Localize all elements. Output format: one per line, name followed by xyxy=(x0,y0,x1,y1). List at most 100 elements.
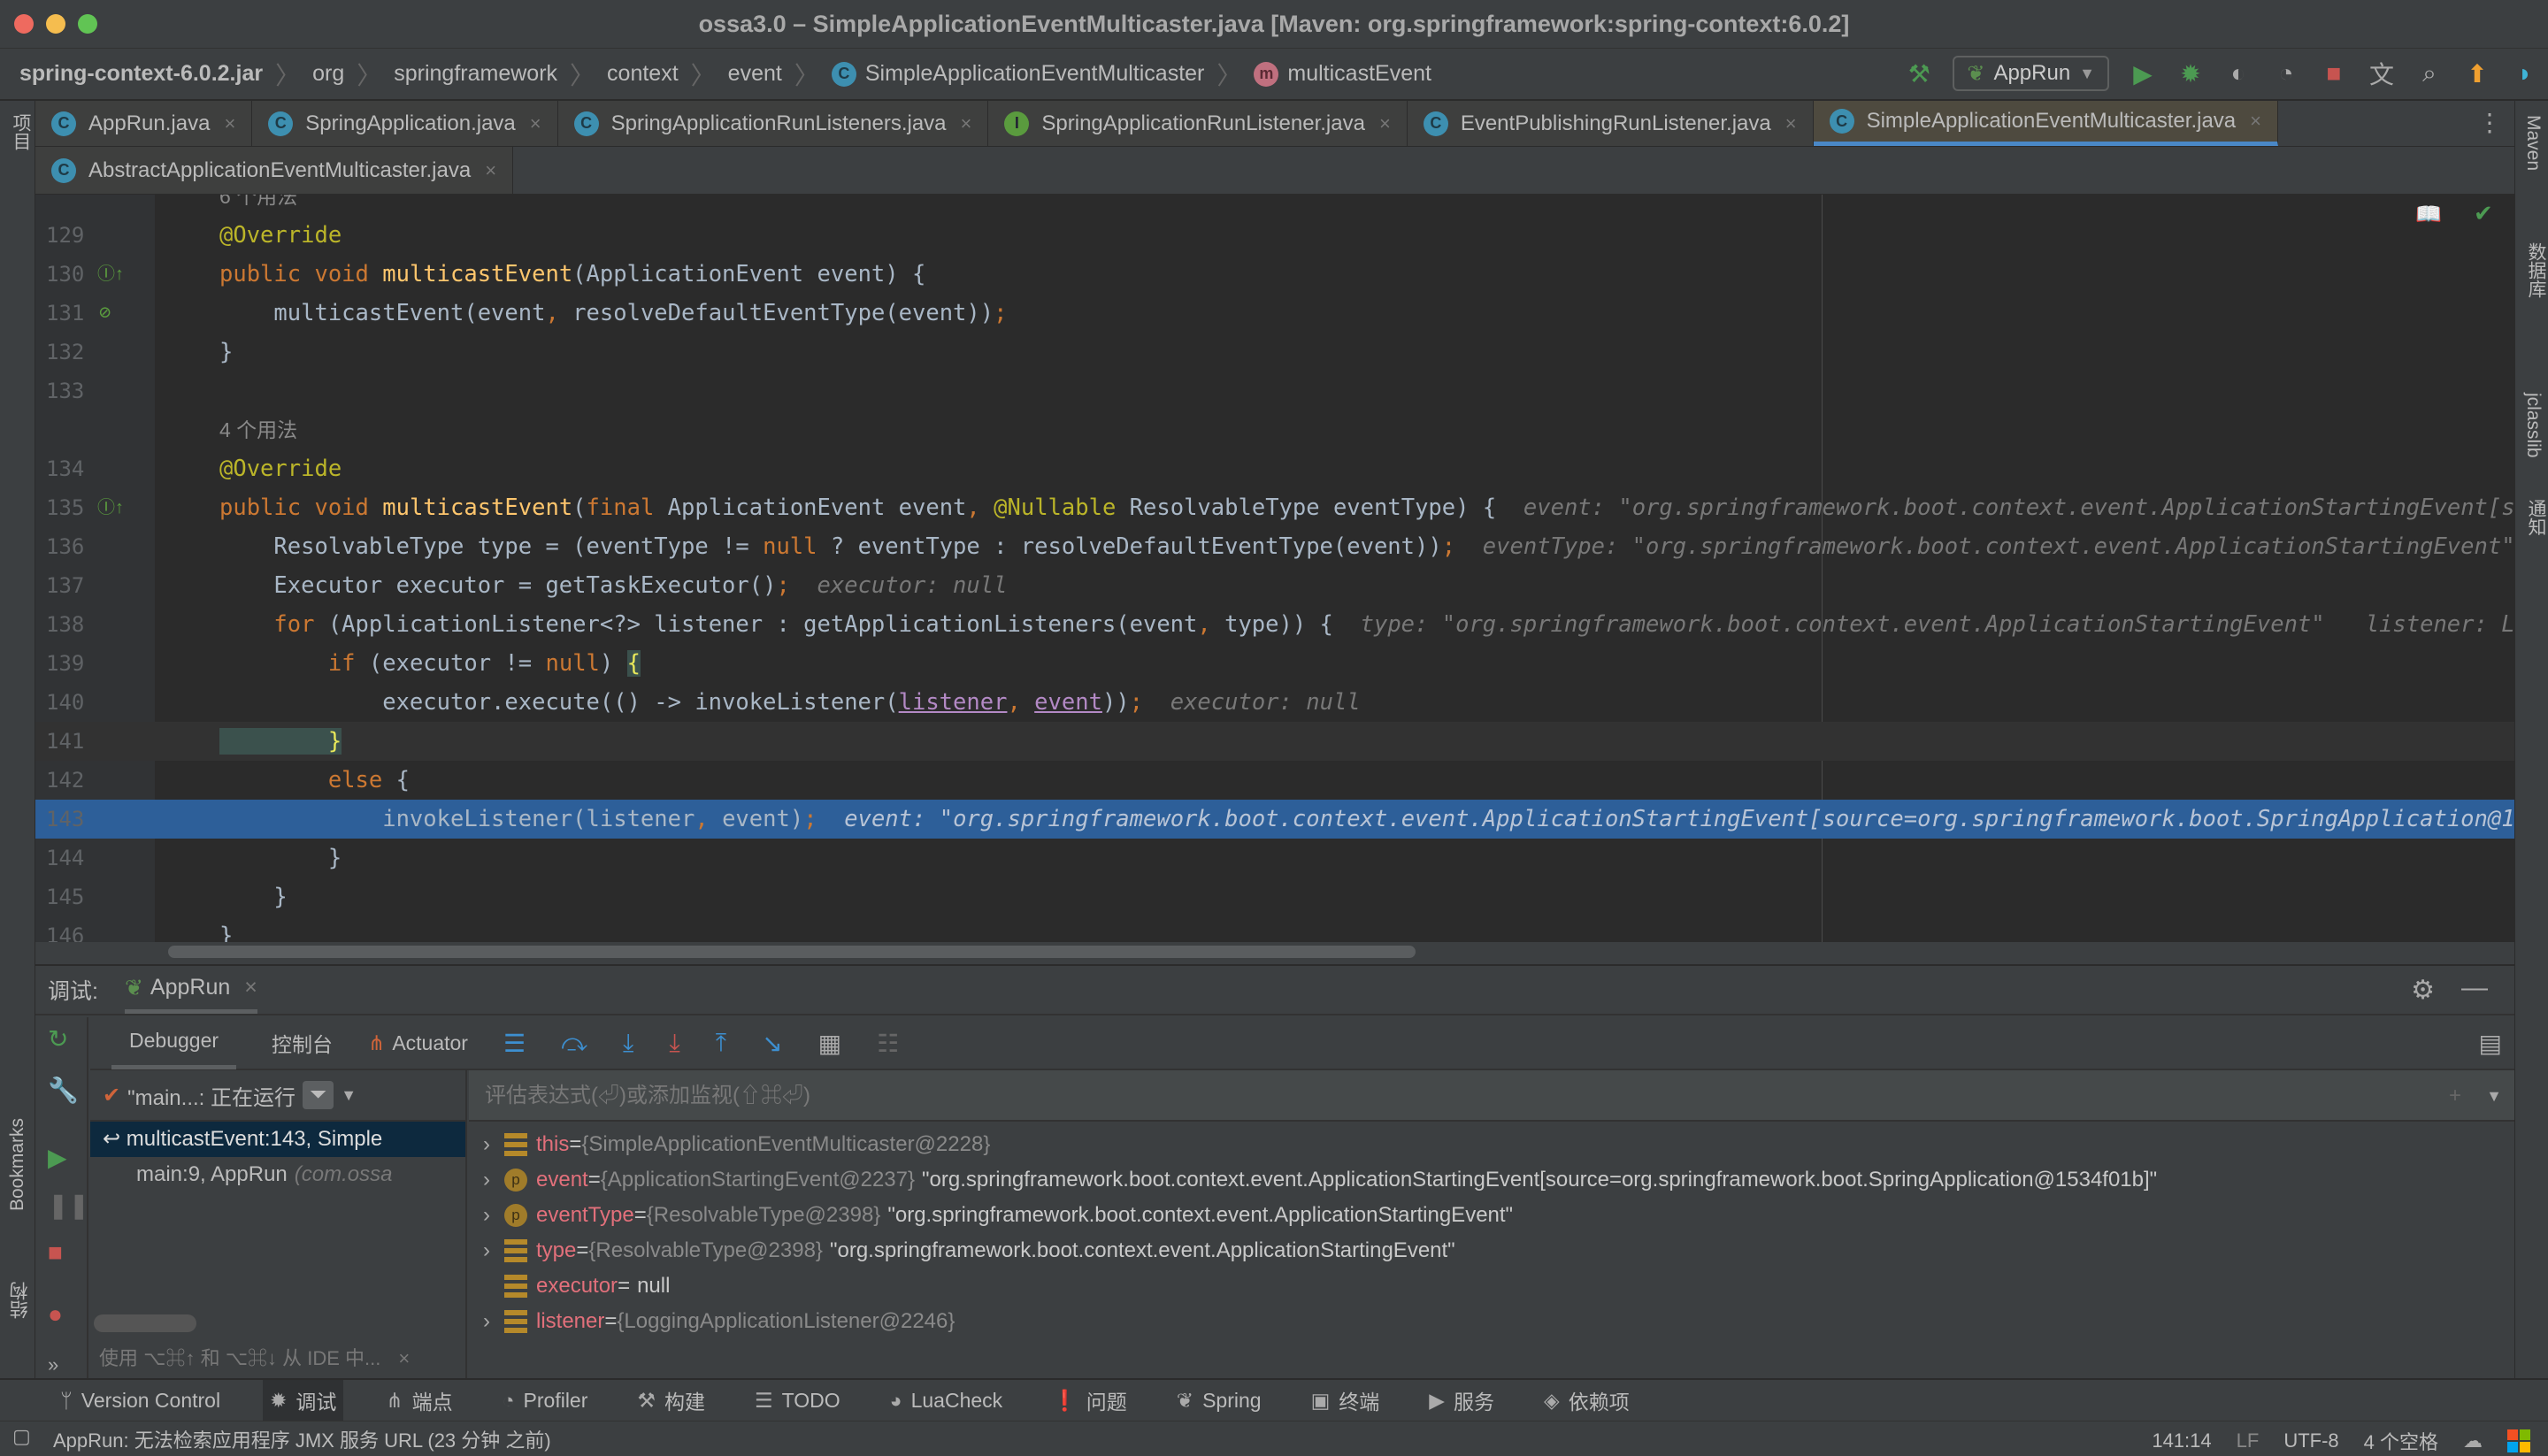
plugin-logo-icon[interactable]: ◗ xyxy=(2511,59,2539,88)
structure-tool-button[interactable]: 结构 xyxy=(7,1282,34,1319)
stack-frame[interactable]: ↩ multicastEvent:143, Simple xyxy=(90,1122,465,1157)
cloud-help-icon[interactable]: ☁ xyxy=(2463,1429,2483,1452)
reader-mode-icon[interactable]: 📖 xyxy=(2415,202,2442,227)
close-tab-icon[interactable]: × xyxy=(1379,112,1391,135)
step-into-icon[interactable]: ⤓ xyxy=(623,1029,633,1058)
tool-button-build[interactable]: ⚒ 构建 xyxy=(630,1380,712,1421)
line-separator[interactable]: LF xyxy=(2237,1429,2260,1452)
breadcrumb-item[interactable]: event 〉 xyxy=(728,57,832,92)
frames-scrollbar[interactable] xyxy=(94,1314,196,1332)
thread-selector[interactable]: ✔ "main...: 正在运行 ⏷ ▼ xyxy=(90,1070,465,1122)
run-icon[interactable]: ▶ xyxy=(2129,59,2157,88)
editor-horizontal-scrollbar[interactable] xyxy=(168,946,1416,958)
close-tab-icon[interactable]: × xyxy=(2250,110,2261,133)
tab-overflow-menu-icon[interactable]: ⋮ xyxy=(2477,108,2502,137)
expand-chevron-icon[interactable]: › xyxy=(469,1198,504,1233)
run-to-cursor-icon[interactable]: ↘ xyxy=(762,1029,782,1058)
resume-icon[interactable]: ▶ xyxy=(48,1143,67,1172)
variable-row[interactable]: › listener = {LoggingApplicationListener@… xyxy=(469,1304,955,1339)
update-icon[interactable]: ⬆ xyxy=(2463,59,2491,88)
project-tool-button[interactable]: 项目 xyxy=(7,113,34,150)
editor-tab[interactable]: C AbstractApplicationEventMulticaster.jav… xyxy=(35,147,514,194)
debug-session-tab[interactable]: ❦ AppRun × xyxy=(124,966,257,1014)
code-line[interactable]: 140 executor.execute(() -> invokeListene… xyxy=(35,683,2514,722)
caret-position[interactable]: 141:14 xyxy=(2152,1429,2211,1452)
implements-gutter-icon[interactable]: Ⓘ↑ xyxy=(97,255,124,294)
stop-icon[interactable]: ■ xyxy=(2320,59,2348,88)
code-line[interactable]: 138 for (ApplicationListener<?> listener… xyxy=(35,605,2514,644)
close-tab-icon[interactable]: × xyxy=(961,112,972,135)
tool-button-services[interactable]: ▶ 服务 xyxy=(1422,1380,1501,1421)
trace-icon[interactable]: ☷ xyxy=(877,1029,899,1058)
editor-tab[interactable]: I SpringApplicationRunListener.java × xyxy=(988,101,1408,146)
tool-button-luacheck[interactable]: ◕ LuaCheck xyxy=(883,1380,1009,1421)
code-line[interactable]: 133 xyxy=(35,372,2514,410)
variable-row[interactable]: › p eventType = {ResolvableType@2398} "org.… xyxy=(469,1198,1513,1233)
force-step-into-icon[interactable]: ⤓ xyxy=(669,1029,679,1058)
close-tab-icon[interactable]: × xyxy=(485,159,496,182)
code-line[interactable]: 142 else { xyxy=(35,761,2514,800)
code-line[interactable]: 135 public void multicastEvent(final Appl… xyxy=(35,488,2514,527)
breadcrumb-item[interactable]: org 〉 xyxy=(312,57,394,92)
indent-setting[interactable]: 4 个空格 xyxy=(2364,1427,2438,1455)
close-tab-icon[interactable]: × xyxy=(1785,112,1797,135)
expand-chevron-icon[interactable]: › xyxy=(469,1162,504,1198)
view-breakpoints-icon[interactable]: ● xyxy=(48,1300,63,1329)
expand-chevron-icon[interactable]: › xyxy=(469,1233,504,1268)
tool-button-terminal[interactable]: ▣ 终端 xyxy=(1304,1380,1387,1421)
tab-console[interactable]: 控制台 xyxy=(272,1028,333,1058)
tool-button-endpoints[interactable]: ⋔ 端点 xyxy=(379,1380,459,1421)
code-line[interactable]: 132} xyxy=(35,333,2514,372)
code-line[interactable]: 134 @Override xyxy=(35,449,2514,488)
tool-button-debug[interactable]: ✹ 调试 xyxy=(263,1380,344,1421)
breadcrumb-item[interactable]: spring-context-6.0.2.jar 〉 xyxy=(19,57,312,92)
code-line[interactable]: 145 } xyxy=(35,877,2514,916)
close-tab-icon[interactable]: × xyxy=(224,112,235,135)
editor-tab[interactable]: C SpringApplicationRunListeners.java × xyxy=(557,101,989,146)
variable-row[interactable]: executor = null xyxy=(469,1268,670,1304)
add-watch-icon[interactable]: + xyxy=(2449,1070,2461,1122)
stack-frame[interactable]: main:9, AppRun (com.ossa xyxy=(90,1157,465,1192)
toggle-tool-windows-icon[interactable]: ▢ xyxy=(12,1425,31,1448)
tool-button-spring[interactable]: ❦ Spring xyxy=(1170,1380,1269,1421)
search-icon[interactable]: ⌕ xyxy=(2415,59,2444,88)
maven-tool-button[interactable]: Maven xyxy=(2522,115,2544,171)
chevron-down-icon[interactable]: ▼ xyxy=(341,1086,357,1105)
settings-wrench-icon[interactable]: 🔧 xyxy=(48,1076,79,1105)
jclasslib-tool-button[interactable]: jclasslib xyxy=(2522,393,2544,458)
translate-icon[interactable]: 文 xyxy=(2368,56,2396,91)
editor-tab[interactable]: C EventPublishingRunListener.java × xyxy=(1407,101,1814,146)
coverage-icon[interactable]: ◐ xyxy=(2224,59,2253,88)
close-tab-icon[interactable]: × xyxy=(530,112,541,135)
minimize-panel-icon[interactable]: — xyxy=(2461,973,2488,1003)
show-execution-point-icon[interactable]: ☰ xyxy=(503,1029,526,1058)
breadcrumb-item[interactable]: context 〉 xyxy=(607,57,728,92)
editor-tab[interactable]: C SimpleApplicationEventMulticaster.java × xyxy=(1813,101,2278,146)
code-line[interactable]: 131 multicastEvent(event, resolveDefault… xyxy=(35,294,2514,333)
implements-gutter-icon[interactable]: Ⓘ↑ xyxy=(97,488,124,527)
bookmarks-tool-button[interactable]: Bookmarks xyxy=(7,1118,28,1211)
close-hint-icon[interactable]: × xyxy=(398,1347,410,1369)
notifications-tool-button[interactable]: 通知 xyxy=(2522,499,2548,536)
tool-button-dependencies[interactable]: ◈ 依赖项 xyxy=(1537,1380,1637,1421)
tab-debugger[interactable]: Debugger xyxy=(111,1016,237,1069)
run-configuration-select[interactable]: ❦ AppRun ▼ xyxy=(1953,56,2109,91)
pause-icon[interactable]: ❚❚ xyxy=(48,1191,89,1220)
evaluate-expression-input[interactable]: 评估表达式(⏎)或添加监视(⇧⌘⏎) + ▼ xyxy=(469,1070,2514,1122)
variable-row[interactable]: › type = {ResolvableType@2398} "org.spring… xyxy=(469,1233,1455,1268)
more-icon[interactable]: » xyxy=(48,1353,58,1376)
expand-chevron-icon[interactable]: › xyxy=(469,1127,504,1162)
debug-icon[interactable]: ✹ xyxy=(2176,59,2205,88)
status-message[interactable]: AppRun: 无法检索应用程序 JMX 服务 URL (23 分钟 之前) xyxy=(53,1425,551,1453)
filter-icon[interactable]: ⏷ xyxy=(303,1081,334,1109)
code-line[interactable]: 137 Executor executor = getTaskExecutor(… xyxy=(35,566,2514,605)
breadcrumb-item[interactable]: C SimpleApplicationEventMulticaster 〉 xyxy=(831,57,1255,92)
inspection-ok-icon[interactable]: ✔ xyxy=(2474,200,2493,227)
variable-row[interactable]: › this = {SimpleApplicationEventMulticast… xyxy=(469,1127,990,1162)
code-line[interactable]: 136 ResolvableType type = (eventType != … xyxy=(35,527,2514,566)
tool-button-profiler[interactable]: ◔ Profiler xyxy=(495,1380,595,1421)
breadcrumb-item[interactable]: springframework 〉 xyxy=(394,57,607,92)
chevron-down-icon[interactable]: ▼ xyxy=(2486,1070,2502,1122)
breadcrumb-item[interactable]: m multicastEvent xyxy=(1254,57,1431,92)
variable-row[interactable]: › p event = {ApplicationStartingEvent@2237… xyxy=(469,1162,2157,1198)
